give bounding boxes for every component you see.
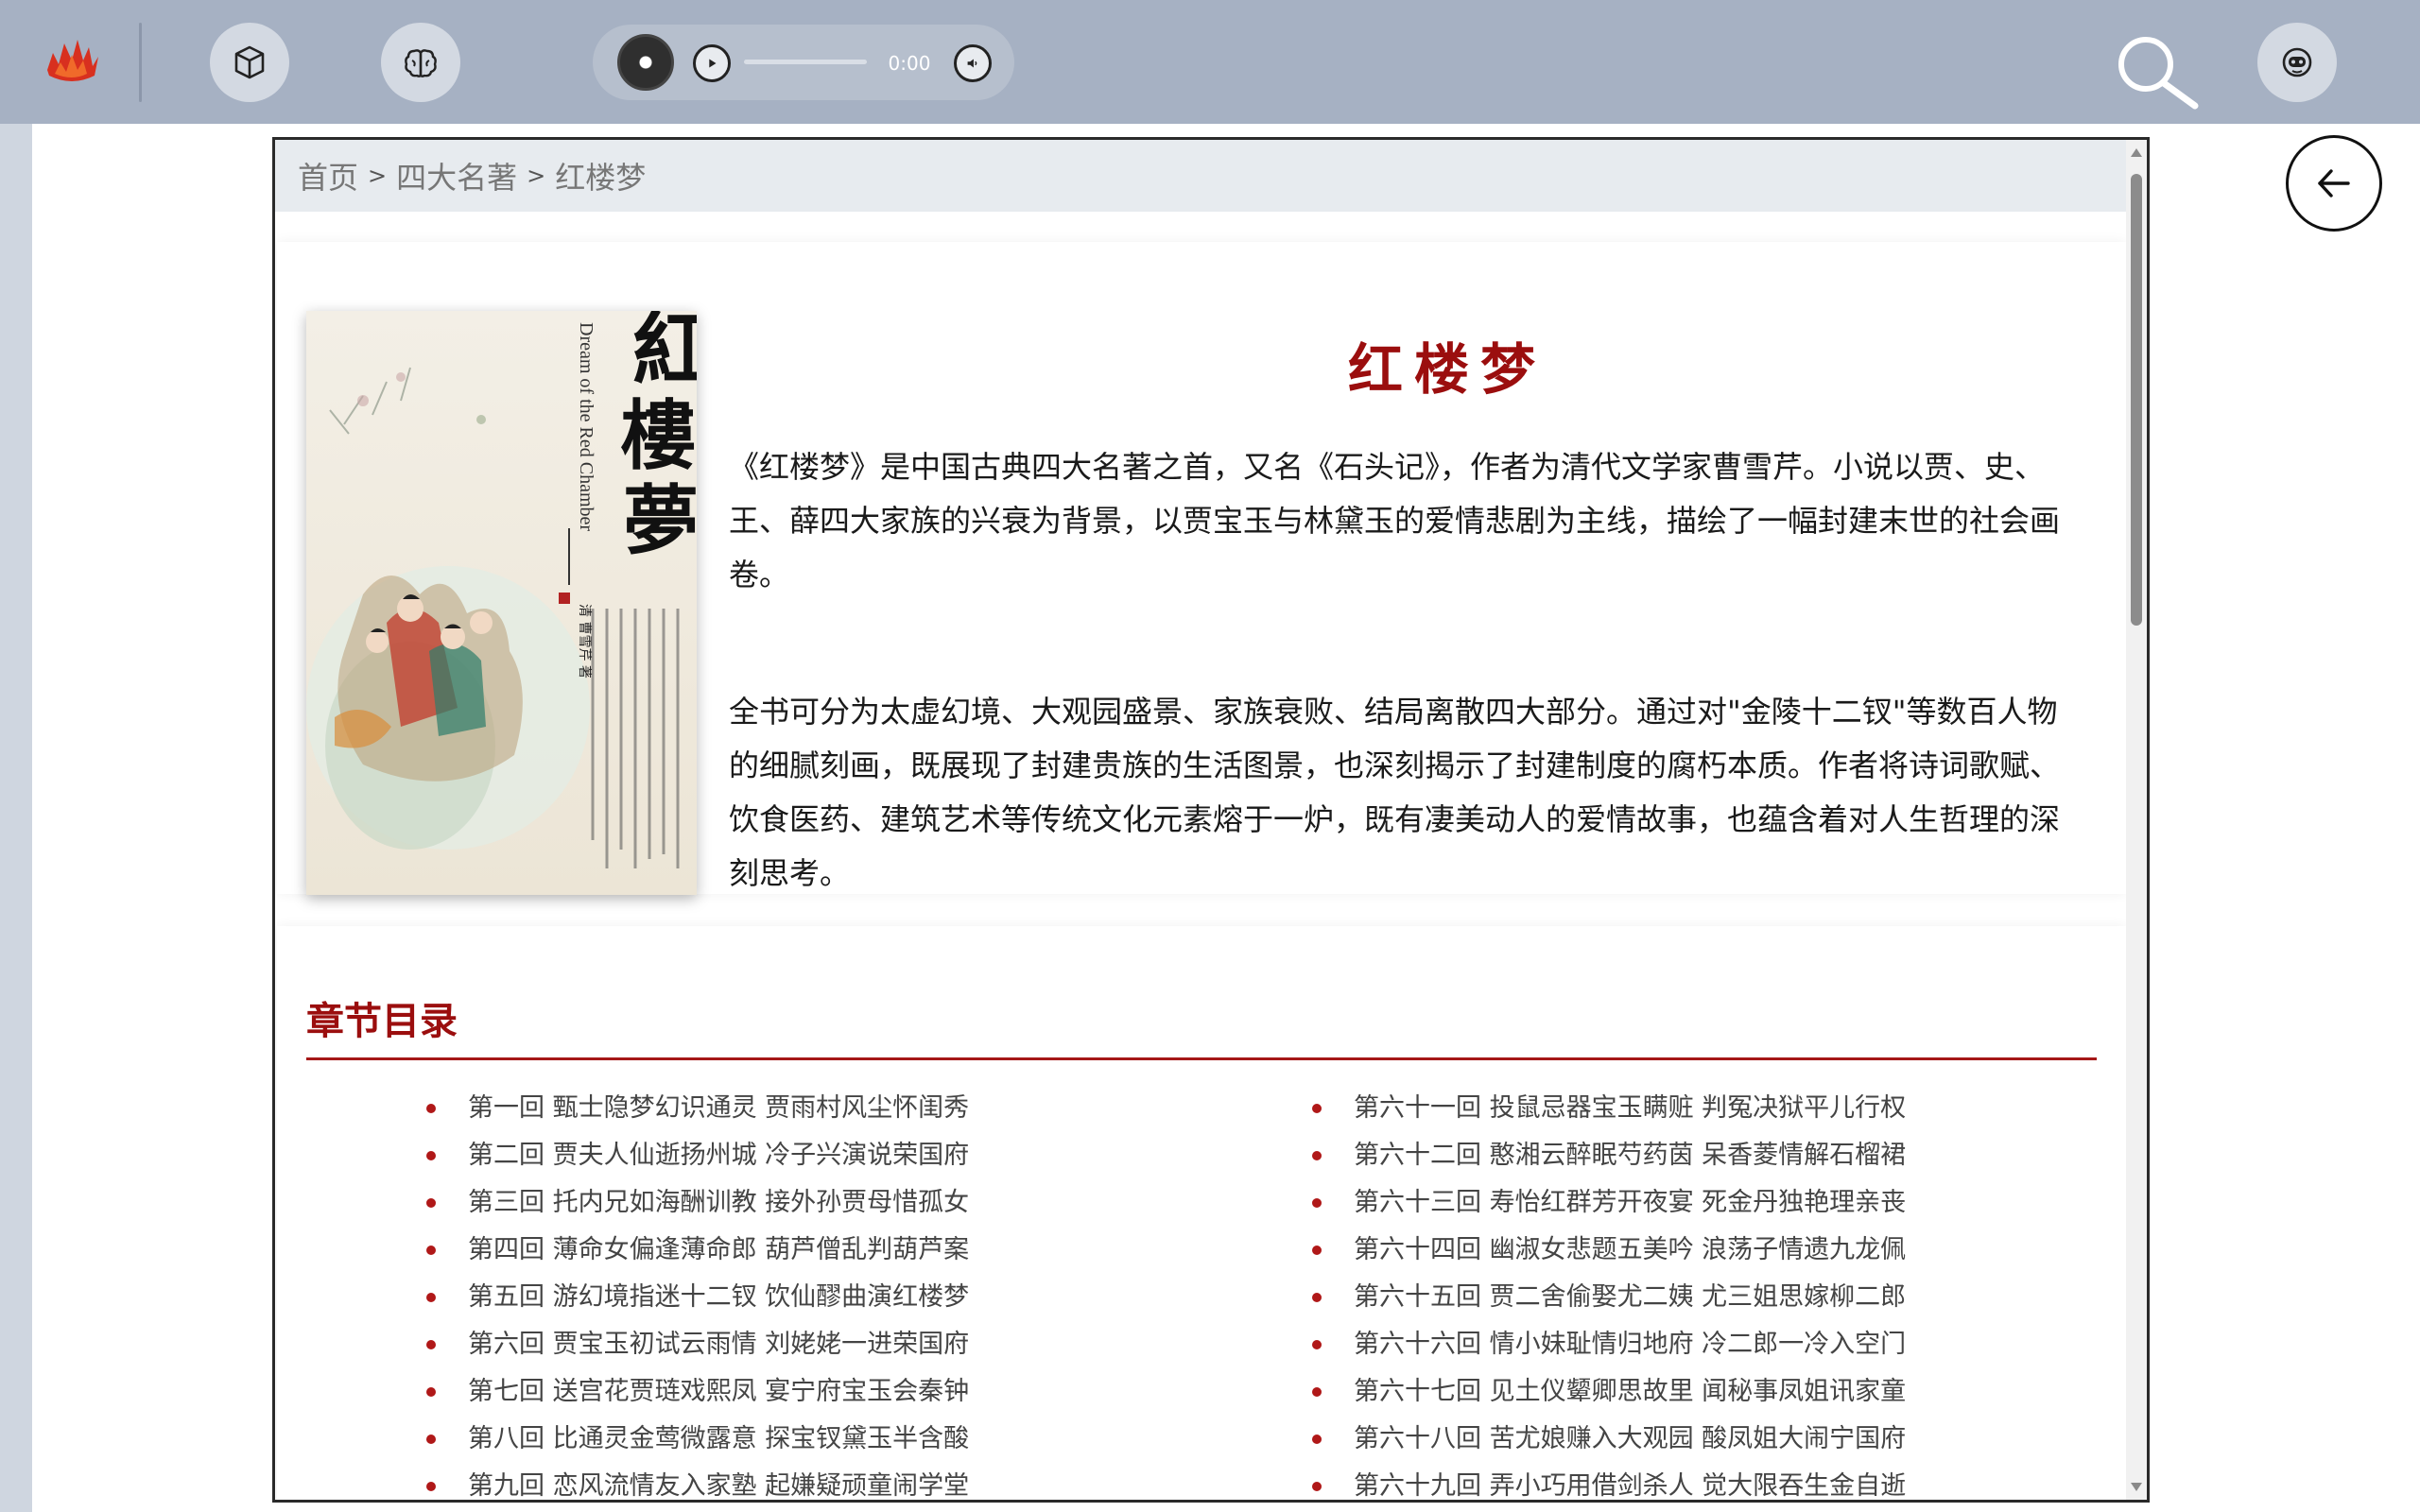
top-toolbar: 0:00 xyxy=(0,0,2420,124)
breadcrumb-separator: > xyxy=(368,163,388,189)
chapter-link[interactable]: 第六十一回 投鼠忌器宝玉瞒赃 判冤决狱平儿行权 xyxy=(1312,1085,1906,1132)
chapter-link[interactable]: 第二回 贾夫人仙逝扬州城 冷子兴演说荣国府 xyxy=(426,1132,969,1179)
chapter-link[interactable]: 第六十七回 见土仪颦卿思故里 闻秘事凤姐讯家童 xyxy=(1312,1368,1906,1416)
toc-divider xyxy=(306,1057,2097,1060)
book-description-paragraph: 《红楼梦》是中国古典四大名著之首，又名《石头记》，作者为清代文学家曹雪芹。小说以… xyxy=(729,449,2061,593)
breadcrumb-separator: > xyxy=(527,163,546,189)
robot-face-icon xyxy=(2282,47,2312,77)
toc-list-right: 第六十一回 投鼠忌器宝玉瞒赃 判冤决狱平儿行权 第六十二回 憨湘云醉眠芍药茵 呆… xyxy=(1312,1085,1906,1500)
record-disc-icon[interactable] xyxy=(617,34,674,91)
cover-english-title: Dream of the Red Chamber xyxy=(576,322,596,531)
3d-model-button[interactable] xyxy=(210,23,289,102)
chapter-link[interactable]: 第六十九回 弄小巧用借剑杀人 觉大限吞生金自逝 xyxy=(1312,1463,1906,1500)
play-icon xyxy=(709,59,717,68)
breadcrumb-home[interactable]: 首页 xyxy=(298,154,358,198)
breadcrumb-category[interactable]: 四大名著 xyxy=(396,154,517,198)
scroll-down-arrow-icon[interactable] xyxy=(2131,1483,2142,1491)
chapter-link[interactable]: 第六十三回 寿怡红群芳开夜宴 死金丹独艳理亲丧 xyxy=(1312,1179,1906,1227)
chapter-link[interactable]: 第三回 托内兄如海酬训教 接外孙贾母惜孤女 xyxy=(426,1179,969,1227)
back-button[interactable] xyxy=(2286,135,2382,232)
ai-brain-button[interactable] xyxy=(381,23,460,102)
search-icon xyxy=(2118,37,2199,110)
chapter-link[interactable]: 第六十二回 憨湘云醉眠芍药茵 呆香菱情解石榴裙 xyxy=(1312,1132,1906,1179)
audio-player: 0:00 xyxy=(593,25,1014,100)
flame-logo-icon[interactable] xyxy=(42,32,102,87)
cover-calligraphy-lou: 樓 xyxy=(620,391,696,480)
chapter-link[interactable]: 第六十八回 苦尤娘赚入大观园 酸凤姐大闹宁国府 xyxy=(1312,1416,1906,1463)
chapter-link[interactable]: 第六十四回 幽淑女悲题五美吟 浪荡子情遗九龙佩 xyxy=(1312,1227,1906,1274)
book-description-paragraph: 全书可分为太虚幻境、大观园盛景、家族衰败、结局离散四大部分。通过对"金陵十二钗"… xyxy=(729,694,2061,891)
book-title: 红楼梦 xyxy=(1347,337,1547,402)
chapter-link[interactable]: 第八回 比通灵金莺微露意 探宝钗黛玉半含酸 xyxy=(426,1416,969,1463)
chapter-link[interactable]: 第九回 恋风流情友入家塾 起嫌疑顽童闹学堂 xyxy=(426,1463,969,1500)
book-detail-frame: 首页 > 四大名著 > 红楼梦 Dream of the Red Chamber… xyxy=(272,137,2150,1503)
book-cover-image: Dream of the Red Chamber 紅 樓 夢 清 曹雪芹 著 xyxy=(306,311,697,895)
chapter-link[interactable]: 第七回 送宫花贾琏戏熙凤 宴宁府宝玉会秦钟 xyxy=(426,1368,969,1416)
volume-icon xyxy=(967,59,977,68)
audio-progress-slider[interactable] xyxy=(744,60,867,64)
breadcrumb-current: 红楼梦 xyxy=(555,160,647,196)
chapter-link[interactable]: 第五回 游幻境指迷十二钗 饮仙醪曲演红楼梦 xyxy=(426,1274,969,1321)
cover-calligraphy-hong: 紅 xyxy=(632,311,697,396)
breadcrumb: 首页 > 四大名著 > 红楼梦 xyxy=(275,140,2126,212)
chapter-link[interactable]: 第一回 甄士隐梦幻识通灵 贾雨村风尘怀闺秀 xyxy=(426,1085,969,1132)
cover-author-seal: 清 曹雪芹 著 xyxy=(577,604,592,679)
toolbar-divider xyxy=(139,23,142,102)
toc-list-left: 第一回 甄士隐梦幻识通灵 贾雨村风尘怀闺秀 第二回 贾夫人仙逝扬州城 冷子兴演说… xyxy=(426,1085,969,1500)
scroll-up-arrow-icon[interactable] xyxy=(2131,148,2142,157)
toc-heading: 章节目录 xyxy=(306,1000,458,1043)
chapter-link[interactable]: 第四回 薄命女偏逢薄命郎 葫芦僧乱判葫芦案 xyxy=(426,1227,969,1274)
volume-button[interactable] xyxy=(954,44,992,82)
search-button[interactable] xyxy=(2112,32,2203,110)
arrow-left-icon xyxy=(2318,169,2350,198)
assistant-button[interactable] xyxy=(2257,23,2337,102)
chapter-link[interactable]: 第六十五回 贾二舍偷娶尤二姨 尤三姐思嫁柳二郎 xyxy=(1312,1274,1906,1321)
audio-time: 0:00 xyxy=(888,52,931,75)
chapter-link[interactable]: 第六回 贾宝玉初试云雨情 刘姥姥一进荣国府 xyxy=(426,1321,969,1368)
cover-calligraphy-meng: 夢 xyxy=(623,476,697,565)
scrollbar-thumb[interactable] xyxy=(2131,174,2142,626)
play-button[interactable] xyxy=(693,44,731,82)
cube-icon xyxy=(234,45,265,79)
vertical-scrollbar[interactable] xyxy=(2126,140,2147,1500)
brain-icon xyxy=(405,49,437,77)
chapter-link[interactable]: 第六十六回 情小妹耻情归地府 冷二郎一冷入空门 xyxy=(1312,1321,1906,1368)
